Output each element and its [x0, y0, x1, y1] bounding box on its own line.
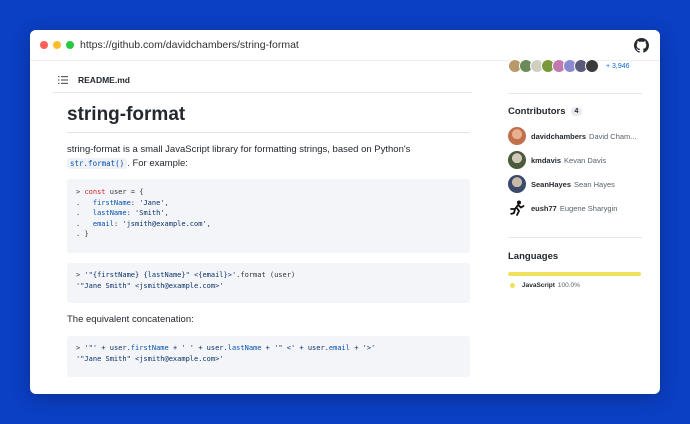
code-property: firstName [92, 198, 131, 207]
avatar[interactable] [585, 59, 599, 73]
code-text: : [126, 209, 136, 217]
code-property: lastName [92, 209, 127, 217]
contributor-name: Sean Hayes [574, 179, 615, 189]
code-property: lastName [227, 344, 262, 352]
code-property: email [328, 344, 350, 352]
languages-title: Languages [508, 251, 559, 262]
code-prompt: . [76, 198, 93, 207]
contributors-title[interactable]: Contributors [508, 106, 566, 117]
contributor-login[interactable]: kmdavis [531, 156, 561, 165]
code-prompt: . [76, 209, 93, 217]
language-color-dot [510, 283, 515, 288]
code-string: 'Jane' [139, 198, 165, 207]
code-text: '"' + user. [84, 344, 131, 352]
code-text: : [130, 198, 140, 207]
used-by-avatars: + 3,946 [508, 57, 630, 75]
contributor-item[interactable]: davidchambers David Cham... [508, 126, 637, 146]
avatar[interactable] [508, 151, 526, 169]
close-window-button[interactable] [40, 41, 48, 49]
contributor-name: Kevan Davis [564, 155, 607, 165]
code-output: '"Jane Smith" <jsmith@example.com>' [76, 281, 224, 290]
code-text: + '" <' + user. [261, 344, 329, 352]
code-block-user: > const user = { . firstName: 'Jane', . … [67, 179, 470, 253]
language-name: JavaScript [522, 282, 555, 289]
code-text: + ' ' + user. [168, 344, 228, 352]
page-title: string-format [67, 104, 186, 125]
language-percent: 100.0% [557, 282, 580, 289]
browser-window: https://github.com/davidchambers/string-… [30, 30, 660, 394]
language-item[interactable]: JavaScript 100.0% [510, 282, 580, 289]
code-property: firstName [130, 344, 169, 352]
readme-filename[interactable]: README.md [78, 75, 130, 85]
code-text: , [164, 209, 169, 217]
address-bar[interactable]: https://github.com/davidchambers/string-… [80, 39, 299, 51]
contributor-name: Eugene Sharygin [559, 203, 618, 213]
code-text: } [84, 230, 89, 238]
code-string: 'jsmith@example.com' [122, 219, 207, 228]
concat-label: The equivalent concatenation: [67, 314, 194, 325]
code-block-concat: > '"' + user.firstName + ' ' + user.last… [67, 336, 470, 377]
sidebar-divider [508, 93, 642, 94]
code-string: 'Smith' [135, 209, 165, 217]
list-icon[interactable] [58, 76, 68, 84]
code-keyword: const [84, 188, 106, 196]
intro-paragraph: string-format is a small JavaScript libr… [67, 143, 472, 171]
contributor-item[interactable]: eush77 Eugene Sharygin [508, 198, 617, 218]
intro-text-end: . For example: [127, 158, 188, 169]
contributor-login[interactable]: SeanHayes [531, 180, 571, 189]
contributor-name: David Cham... [589, 131, 637, 141]
contributors-heading: Contributors 4 [508, 106, 583, 117]
more-dependents-link[interactable]: + 3,946 [606, 63, 630, 70]
contributor-login[interactable]: eush77 [531, 204, 557, 213]
inline-code: str.format() [67, 158, 128, 169]
code-string: '"{firstName} {lastName}" <{email}>' [84, 271, 237, 279]
running-figure-icon[interactable] [508, 199, 526, 217]
github-icon[interactable] [634, 38, 649, 53]
intro-text: string-format is a small JavaScript libr… [67, 144, 411, 155]
code-text: , [206, 219, 211, 228]
code-block-format: > '"{firstName} {lastName}" <{email}>'.f… [67, 263, 470, 303]
readme-divider [52, 92, 472, 93]
contributor-login[interactable]: davidchambers [531, 132, 586, 141]
readme-header: README.md [52, 71, 472, 89]
maximize-window-button[interactable] [66, 41, 74, 49]
code-output: '"Jane Smith" <jsmith@example.com>' [76, 354, 224, 363]
contributor-item[interactable]: kmdavis Kevan Davis [508, 150, 606, 170]
code-prompt: . [76, 219, 93, 228]
contributor-item[interactable]: SeanHayes Sean Hayes [508, 174, 615, 194]
contributors-count-badge: 4 [570, 107, 583, 116]
avatar[interactable] [508, 175, 526, 193]
avatar[interactable] [508, 127, 526, 145]
code-text: user = { [105, 188, 144, 196]
code-text: .format (user) [236, 271, 296, 279]
code-property: email [92, 219, 114, 228]
language-bar [508, 272, 641, 276]
code-text: , [164, 198, 169, 207]
title-rule [67, 132, 470, 133]
code-text: + '>' [349, 344, 376, 352]
sidebar-divider [508, 237, 642, 238]
minimize-window-button[interactable] [53, 41, 61, 49]
